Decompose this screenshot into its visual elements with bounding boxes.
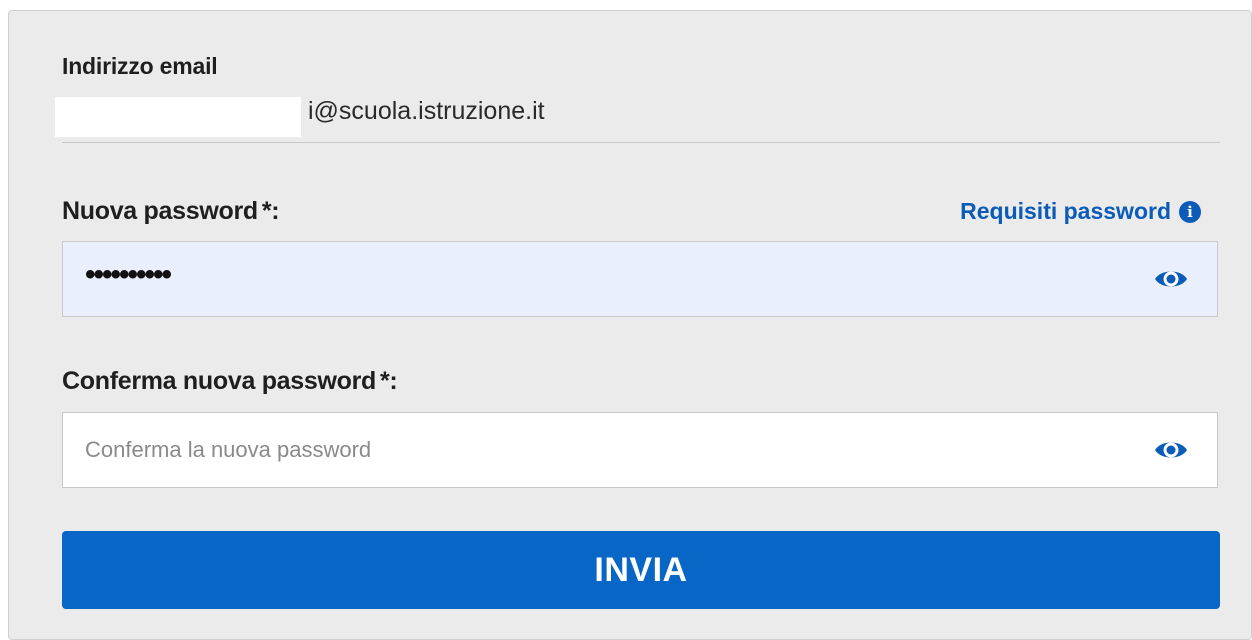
divider [62, 142, 1220, 143]
new-password-label-text: Nuova password [62, 197, 258, 225]
new-password-label: Nuova password *: [62, 197, 280, 226]
email-value-text: i@scuola.istruzione.it [308, 97, 545, 125]
email-redaction [55, 97, 301, 137]
info-icon: i [1179, 200, 1201, 223]
email-label: Indirizzo email [62, 53, 218, 79]
submit-button[interactable]: INVIA [62, 531, 1220, 609]
confirm-password-label: Conferma nuova password *: [62, 367, 398, 396]
eye-icon[interactable] [1153, 265, 1189, 293]
confirm-password-label-text: Conferma nuova password [62, 367, 376, 395]
confirm-password-input[interactable]: Conferma la nuova password [62, 412, 1218, 488]
password-change-panel: Indirizzo email i@scuola.istruzione.it N… [8, 10, 1252, 640]
password-requirements-label: Requisiti password [960, 198, 1171, 224]
eye-icon[interactable] [1153, 436, 1189, 464]
required-mark: *: [380, 367, 398, 395]
new-password-input[interactable]: •••••••••• [62, 241, 1218, 317]
new-password-value: •••••••••• [85, 258, 172, 291]
password-requirements-link[interactable]: Requisiti password i [960, 198, 1201, 225]
confirm-password-placeholder: Conferma la nuova password [85, 437, 372, 462]
required-mark: *: [261, 197, 280, 225]
